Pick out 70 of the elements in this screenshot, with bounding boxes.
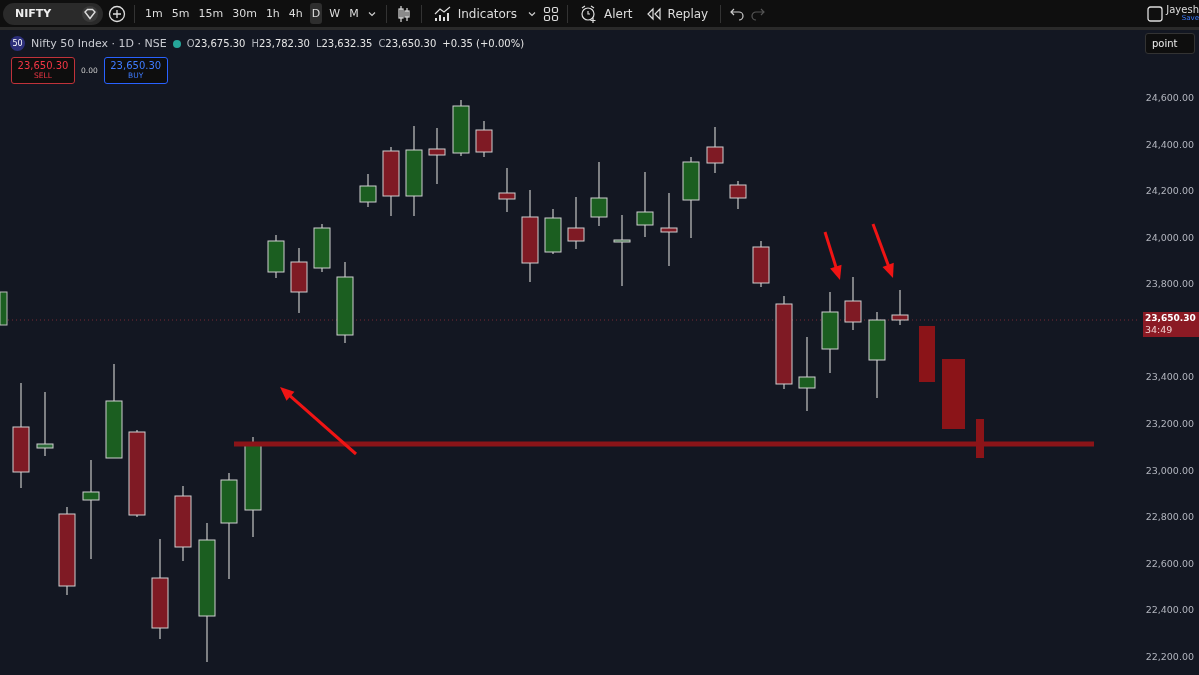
price-label: 22,200.00	[1145, 649, 1194, 664]
ohlc-value: L23,632.35	[315, 38, 373, 49]
candle	[313, 223, 331, 273]
rewind-icon	[645, 6, 662, 21]
candle	[452, 99, 470, 157]
candle	[706, 126, 724, 174]
fullscreen-icon[interactable]	[1146, 4, 1164, 23]
candle	[428, 127, 446, 185]
interval-button[interactable]: 15m	[196, 3, 226, 24]
symbol-name: NIFTY	[15, 7, 52, 20]
chart-icon	[433, 5, 452, 22]
interval-button[interactable]: 1m	[143, 3, 165, 24]
gem-icon[interactable]	[81, 4, 99, 23]
price-label: 23,400.00	[1145, 370, 1194, 385]
projected-block	[976, 419, 984, 458]
interval-button[interactable]: 5m	[169, 3, 192, 24]
candle	[475, 120, 493, 158]
interval-button[interactable]: M	[347, 3, 361, 24]
replay-button[interactable]: Replay	[641, 6, 713, 21]
candle	[844, 276, 862, 331]
candle	[636, 171, 654, 238]
price-label: 23,000.00	[1145, 463, 1194, 478]
price-label: 22,800.00	[1145, 510, 1194, 525]
undo-icon[interactable]	[729, 6, 746, 21]
price-label: 23,800.00	[1145, 277, 1194, 292]
candle	[290, 247, 308, 314]
candle	[590, 161, 608, 227]
interval-button[interactable]: 30m	[230, 3, 259, 24]
candle	[891, 289, 909, 326]
price-label: 22,400.00	[1145, 603, 1194, 618]
scale-mode-field[interactable]: point	[1145, 33, 1195, 54]
candle	[567, 196, 585, 250]
price-label: 24,000.00	[1145, 230, 1194, 245]
symbol-badge: 50	[10, 36, 25, 51]
interval-button[interactable]: W	[327, 3, 343, 24]
candle	[36, 391, 54, 457]
candle	[267, 234, 285, 279]
candle	[382, 146, 400, 217]
change-value: +0.35 (+0.00%)	[442, 38, 525, 49]
last-price-tag: 23,650.30 34:49	[1143, 312, 1199, 337]
price-label: 24,400.00	[1145, 137, 1194, 152]
interval-button[interactable]: D	[309, 3, 323, 24]
candle	[498, 167, 516, 213]
arrow	[823, 231, 842, 280]
price-label: 22,600.00	[1145, 556, 1194, 571]
alert-button[interactable]: Alert	[576, 4, 637, 23]
ohlc-value: O23,675.30	[186, 38, 246, 49]
arrow	[871, 223, 894, 278]
symbol-search[interactable]: NIFTY	[3, 2, 103, 25]
candle	[359, 173, 377, 208]
price-label: 24,200.00	[1145, 184, 1194, 199]
user-name[interactable]: Jayesh	[1166, 5, 1199, 15]
candle	[544, 208, 562, 255]
interval-button[interactable]: 1h	[263, 3, 282, 24]
candle	[729, 180, 747, 210]
add-icon[interactable]	[108, 4, 126, 23]
symbol-title: Nifty 50 Index · 1D · NSE	[31, 37, 167, 50]
indicators-button[interactable]: Indicators	[429, 5, 521, 22]
candle	[752, 240, 770, 288]
candle	[0, 291, 8, 326]
price-label: 24,600.00	[1145, 91, 1194, 105]
grid-icon[interactable]	[543, 5, 559, 22]
ohlc-value: H23,782.30	[251, 38, 310, 49]
status-dot-icon	[172, 39, 181, 48]
projected-block	[942, 359, 965, 429]
alarm-clock-icon	[580, 4, 598, 23]
interval-button[interactable]: 4h	[286, 3, 305, 24]
price-label: 23,200.00	[1145, 417, 1194, 432]
projected-block	[919, 326, 935, 382]
ohlc-value: C23,650.30	[378, 38, 437, 49]
